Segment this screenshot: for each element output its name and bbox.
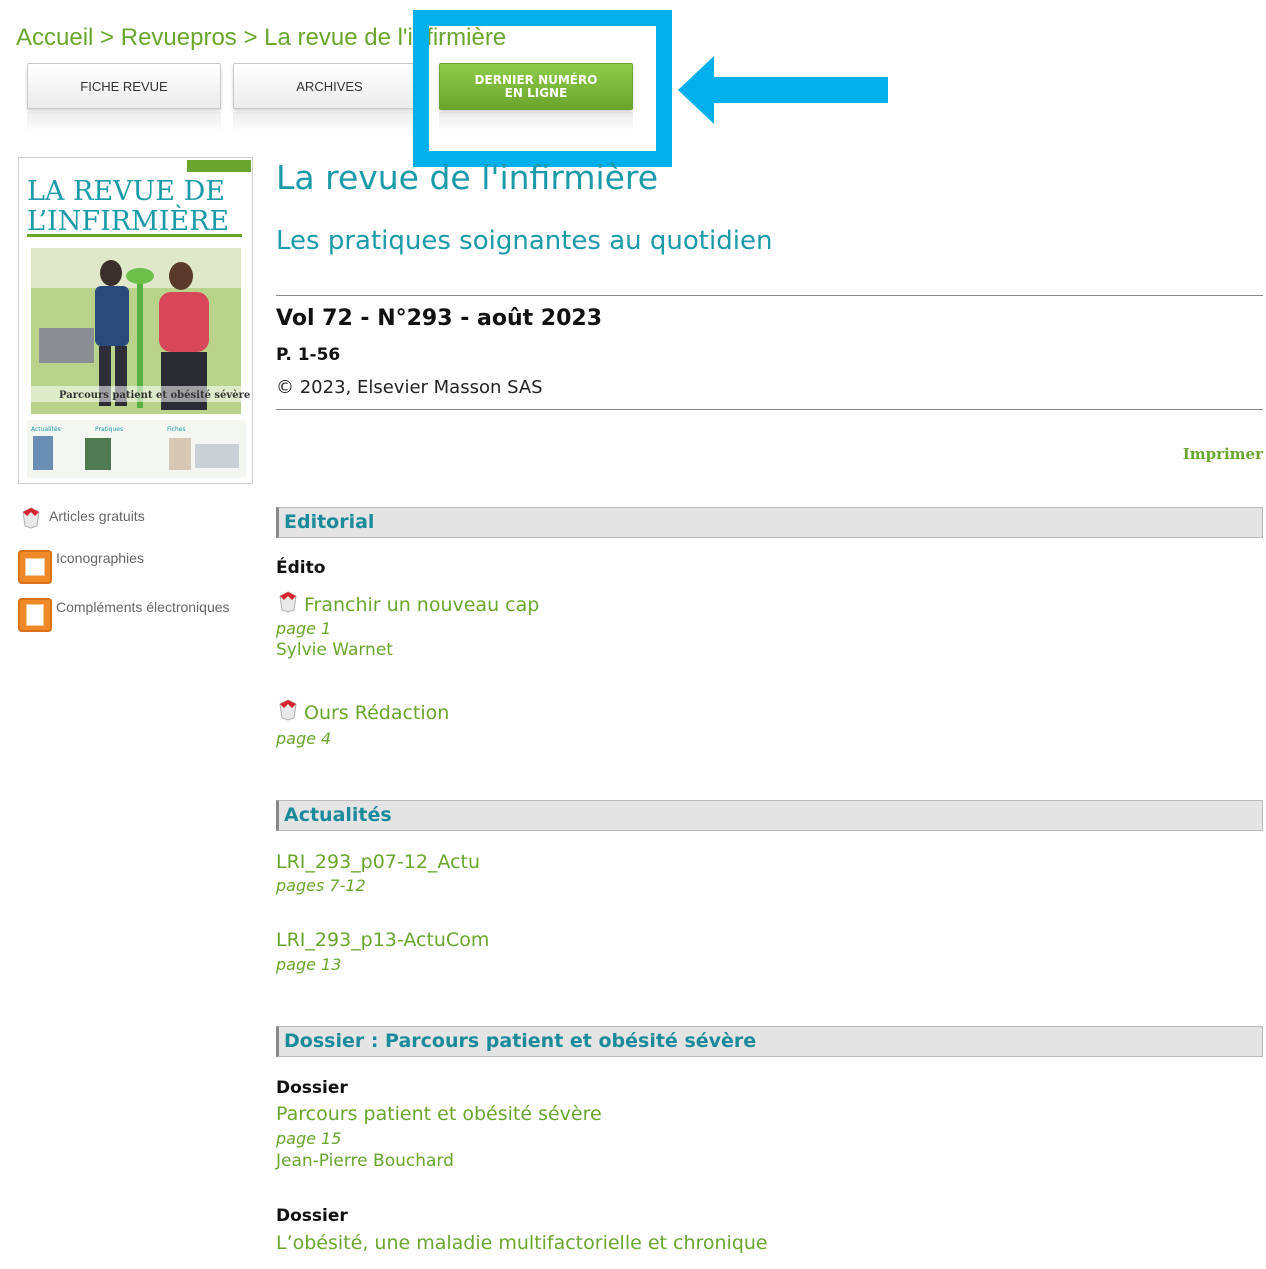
breadcrumb-separator: >: [236, 24, 265, 51]
section-header-actualites: Actualités: [276, 800, 1263, 831]
section-header-dossier: Dossier : Parcours patient et obésité sé…: [276, 1026, 1263, 1057]
cover-band-pratiques: Pratiques: [95, 426, 123, 433]
article-page: page 4: [276, 729, 332, 748]
tab-archives[interactable]: ARCHIVES: [233, 63, 426, 109]
image-icon: [18, 550, 52, 584]
article-category: Dossier: [276, 1206, 348, 1226]
cover-band-fiches: Fiches: [167, 426, 186, 433]
print-link[interactable]: Imprimer: [1183, 445, 1263, 463]
article-link-actucom[interactable]: LRI_293_p13-ActuCom: [276, 929, 489, 951]
article-category: Édito: [276, 558, 326, 578]
article-page: page 1: [276, 619, 332, 638]
tab-fiche-revue[interactable]: FICHE REVUE: [27, 63, 221, 109]
article-link-franchir[interactable]: Franchir un nouveau cap: [277, 591, 540, 616]
issue-copyright: © 2023, Elsevier Masson SAS: [276, 377, 543, 398]
article-page: page 13: [276, 955, 342, 974]
tab-reflection: [233, 112, 426, 132]
section-actualites-title: Actualités: [284, 804, 392, 826]
section-editorial-title: Editorial: [284, 511, 375, 533]
issue-volume: Vol 72 - N°293 - août 2023: [276, 306, 603, 331]
article-page: pages 7-12: [276, 876, 366, 895]
divider: [276, 409, 1263, 410]
cover-title-line2: L’INFIRMIÈRE: [27, 204, 229, 237]
sidebar-complements-label: Compléments électroniques: [56, 599, 230, 615]
sidebar-free-articles-label: Articles gratuits: [49, 508, 145, 524]
journal-cover-image[interactable]: LA REVUE DE L’INFIRMIÈRE Parcours patien…: [18, 157, 253, 484]
article-author[interactable]: Jean-Pierre Bouchard: [276, 1151, 454, 1171]
free-article-icon: [279, 699, 297, 721]
issue-pages: P. 1-56: [276, 345, 341, 365]
article-link-parcours[interactable]: Parcours patient et obésité sévère: [276, 1103, 602, 1125]
article-link-ours-redaction[interactable]: Ours Rédaction: [277, 699, 450, 724]
document-icon: [18, 598, 52, 632]
highlight-box: [413, 10, 672, 167]
article-link-actu[interactable]: LRI_293_p07-12_Actu: [276, 851, 480, 873]
journal-title: La revue de l'infirmière: [276, 158, 659, 197]
cover-title-line1: LA REVUE DE: [27, 176, 225, 207]
section-header-editorial: Editorial: [276, 507, 1263, 538]
breadcrumb-home[interactable]: Accueil: [16, 24, 93, 51]
divider: [276, 295, 1263, 296]
article-link-obesite[interactable]: L’obésité, une maladie multifactorielle …: [276, 1232, 768, 1254]
sidebar-iconographies-label: Iconographies: [56, 550, 144, 566]
cover-illustration: LA REVUE DE L’INFIRMIÈRE Parcours patien…: [19, 158, 252, 483]
tab-fiche-revue-label: FICHE REVUE: [80, 78, 168, 94]
arrow-left-icon: [678, 56, 888, 124]
breadcrumb-revuepros[interactable]: Revuepros: [121, 24, 237, 51]
section-dossier-title: Dossier : Parcours patient et obésité sé…: [284, 1030, 757, 1052]
cover-dossier-tag: Parcours patient et obésité sévère: [59, 390, 250, 401]
free-article-icon: [22, 507, 40, 529]
article-page: page 15: [276, 1129, 342, 1148]
article-category: Dossier: [276, 1078, 348, 1098]
article-title: Franchir un nouveau cap: [304, 594, 540, 616]
cover-band-actualites: Actualités: [31, 426, 61, 433]
breadcrumb-separator: >: [93, 24, 121, 51]
free-article-icon: [279, 591, 297, 613]
journal-subtitle: Les pratiques soignantes au quotidien: [276, 226, 773, 256]
tab-archives-label: ARCHIVES: [296, 78, 363, 94]
article-title: Ours Rédaction: [304, 702, 450, 724]
tab-reflection: [27, 112, 221, 132]
article-author[interactable]: Sylvie Warnet: [276, 640, 393, 660]
